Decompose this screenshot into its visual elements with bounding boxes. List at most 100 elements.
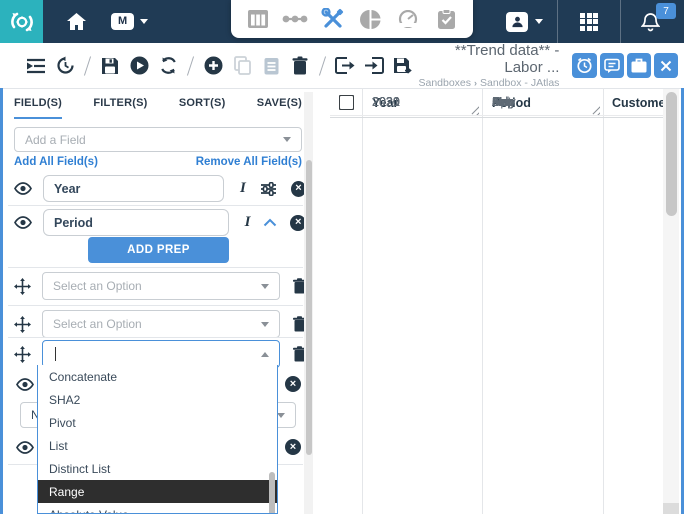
caret-up-icon [261,352,269,357]
breadcrumb-item[interactable]: Sandbox - JAtlas [480,77,559,89]
dropdown-item[interactable]: Concatenate [38,365,277,388]
row-divider [8,337,303,338]
data-table: Year Period Customer Con 2021 Jan 2021 M… [330,88,663,514]
visibility-eye-icon[interactable] [14,182,32,195]
caret-down-icon [283,137,291,142]
panel-scrollbar-thumb[interactable] [306,160,312,455]
action-toolbar: **Trend data** - Labor ... Sandboxes›San… [0,43,684,89]
save-export-icon [393,57,413,75]
import-button[interactable] [364,56,384,76]
delete-button[interactable] [290,56,310,76]
prep-option-row: Select an Option [8,272,306,300]
collapse-chevron-icon[interactable] [263,218,277,227]
table-row: 2020 Oct [330,88,663,116]
breadcrumb-item[interactable]: Sandboxes [418,77,471,89]
prep-option-row: Select an Option [8,310,306,338]
comments-button[interactable] [600,53,624,78]
save-button[interactable] [100,56,120,76]
gauge-icon [397,10,419,28]
toolbar-separator [84,56,91,75]
panel-tab[interactable]: FIELD(S) [14,97,62,119]
table-view-button[interactable] [245,6,271,32]
schedule-button[interactable] [572,53,596,78]
dropdown-item[interactable]: SHA2 [38,388,277,411]
field-settings-icon[interactable] [260,182,277,196]
save-as-button[interactable] [393,56,413,76]
play-icon [130,56,149,75]
copy-button[interactable] [232,56,252,76]
remove-all-fields-link[interactable]: Remove All Field(s) [196,156,302,168]
view-switch-toolbar [231,0,473,38]
breadcrumb-separator: › [474,78,477,88]
add-all-fields-link[interactable]: Add All Field(s) [14,156,98,168]
home-button[interactable] [59,13,93,30]
save-icon [101,57,119,75]
panel-tab[interactable]: FILTER(S) [93,97,147,119]
user-menu[interactable] [492,12,557,32]
visibility-eye-icon[interactable] [16,441,34,454]
italic-format-icon[interactable]: I [240,180,246,197]
column-border [362,88,363,514]
history-button[interactable] [55,56,75,76]
trash-icon [292,56,308,75]
panel-tab[interactable]: SAVE(S) [257,97,302,119]
add-button[interactable] [203,56,223,76]
breadcrumb: Sandboxes›Sandbox - JAtlas [413,77,559,89]
export-button[interactable] [335,56,355,76]
dropdown-item[interactable]: Distinct List [38,457,277,480]
paste-button[interactable] [261,56,281,76]
prep-tools-button[interactable] [320,6,346,32]
field-list-button[interactable] [26,56,46,76]
prep-option-combobox[interactable] [42,340,280,368]
move-handle-icon[interactable] [14,316,31,333]
panel-tab[interactable]: SORT(S) [179,97,226,119]
refresh-icon [159,56,178,75]
apps-grid-button[interactable] [558,13,620,31]
window-edge [0,88,3,514]
dropdown-item[interactable]: Pivot [38,411,277,434]
dropdown-item[interactable]: Absolute Value [38,503,277,514]
report-view-button[interactable] [433,6,459,32]
remove-field-button[interactable] [285,439,301,455]
chart-view-button[interactable] [358,6,384,32]
row-divider [8,305,303,306]
row-checkbox[interactable] [339,95,354,110]
history-icon [56,56,75,75]
package-button[interactable] [627,53,651,78]
clipboard-check-icon [437,9,456,30]
app-logo[interactable] [0,0,43,43]
add-field-select[interactable]: Add a Field [14,127,302,152]
dropdown-scrollbar-thumb[interactable] [269,472,275,514]
visibility-eye-icon[interactable] [14,216,32,229]
row-select-cell [330,88,362,116]
row-divider [8,205,303,206]
notification-badge: 7 [656,3,676,19]
add-prep-button[interactable]: ADD PREP [88,237,229,263]
workspace-menu[interactable]: M [111,13,148,30]
notifications-button[interactable]: 7 [621,0,684,43]
flow-view-button[interactable] [282,6,308,32]
prep-option-select[interactable]: Select an Option [42,272,280,300]
dropdown-item[interactable]: Range [38,480,277,503]
header-border [330,117,663,118]
export-icon [335,57,355,74]
toolbar-separator [187,56,194,75]
workspace-badge: M [111,13,134,30]
dashboard-view-button[interactable] [395,6,421,32]
remove-field-button[interactable] [285,376,301,392]
prep-option-select[interactable]: Select an Option [42,310,280,338]
dropdown-item[interactable]: List [38,434,277,457]
move-handle-icon[interactable] [14,278,31,295]
italic-format-icon[interactable]: I [245,214,251,231]
refresh-button[interactable] [158,56,178,76]
move-handle-icon[interactable] [14,346,31,363]
visibility-eye-icon[interactable] [16,378,34,391]
table-scrollbar-thumb[interactable] [666,92,677,216]
customer-cell [612,88,663,116]
copy-icon [234,56,251,75]
field-name-input[interactable]: Year [43,175,224,202]
field-name-input[interactable]: Period [43,209,229,236]
close-button[interactable] [654,53,678,78]
field-row-period: Period I [8,209,306,236]
run-button[interactable] [129,56,149,76]
